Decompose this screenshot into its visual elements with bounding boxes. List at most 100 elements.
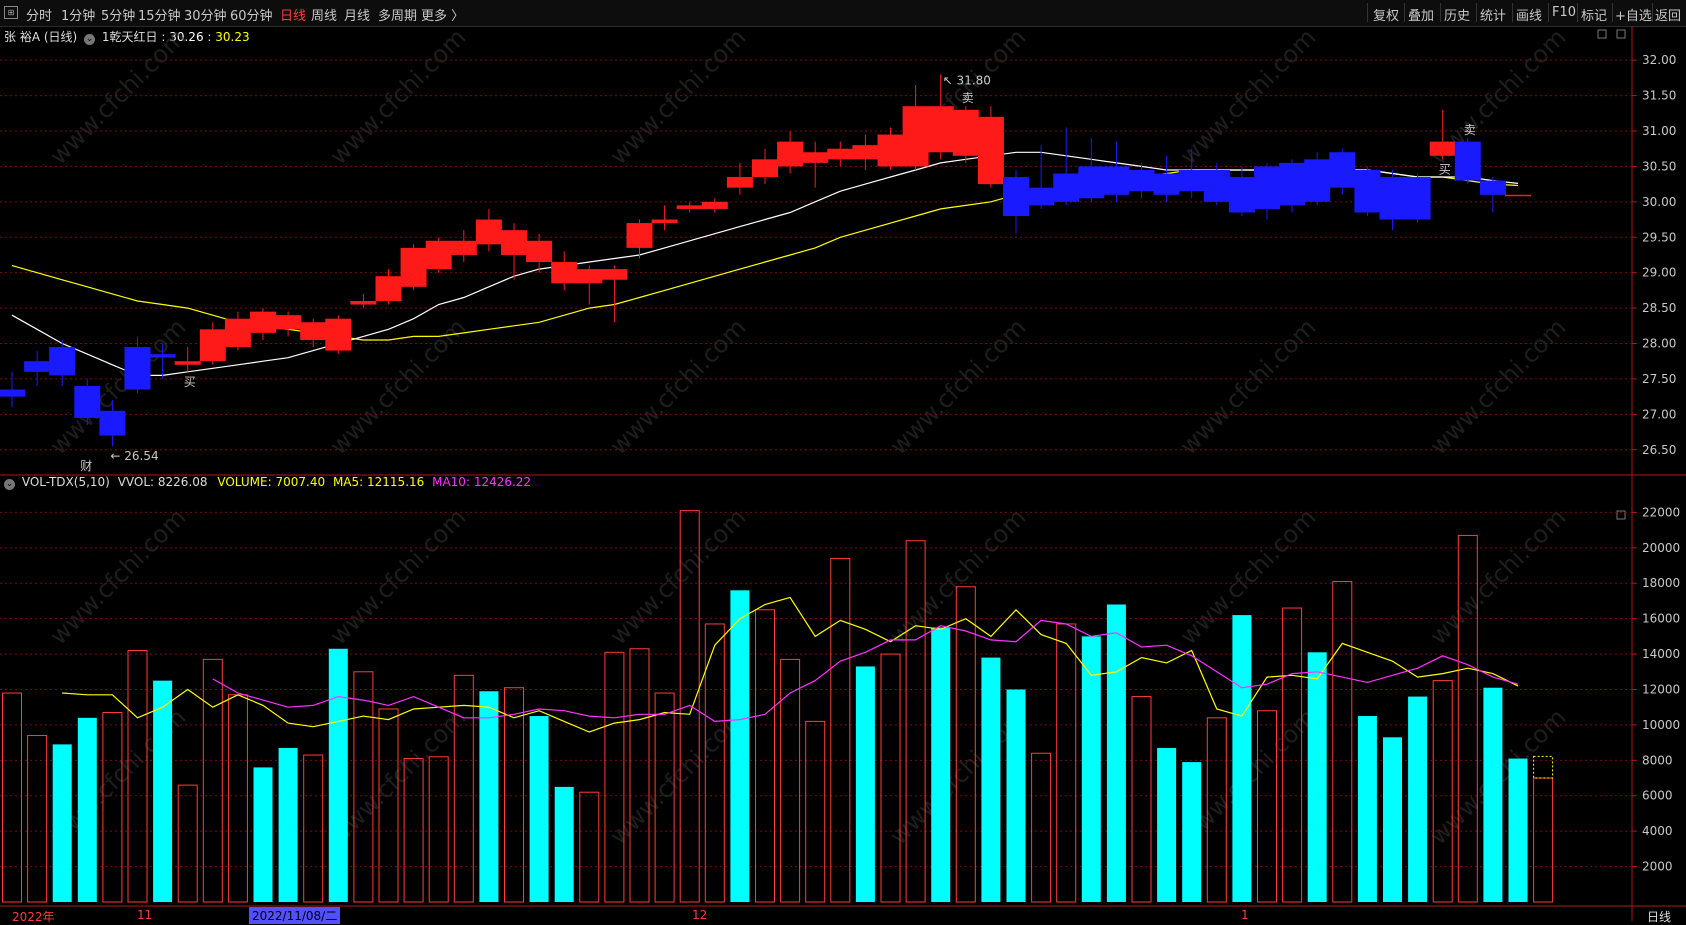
candle-body[interactable] [1429, 141, 1456, 156]
period-tab-more[interactable]: 更多 〉 [421, 5, 464, 24]
volume-bar[interactable] [1332, 580, 1353, 903]
candle-body[interactable] [300, 322, 327, 340]
candle-body[interactable] [1354, 169, 1381, 213]
candle-body[interactable] [1103, 166, 1130, 195]
candle-body[interactable] [1228, 177, 1255, 213]
candle-body[interactable] [1379, 177, 1406, 220]
volume-bar[interactable] [1483, 687, 1503, 902]
volume-bar[interactable] [303, 754, 324, 903]
candle-body[interactable] [1003, 177, 1029, 216]
candle-body[interactable] [852, 145, 879, 160]
candle-body[interactable] [24, 361, 51, 372]
candle-body[interactable] [0, 389, 25, 397]
candle-body[interactable] [1254, 166, 1280, 209]
candle-body[interactable] [551, 262, 578, 284]
candle-body[interactable] [450, 240, 477, 255]
volume-bar[interactable] [1307, 652, 1327, 902]
volume-bar[interactable] [328, 648, 348, 902]
price-pane-maximize-icon[interactable] [1597, 29, 1607, 39]
period-tab-minute[interactable]: 分时 [26, 5, 52, 24]
volume-bar[interactable] [629, 648, 650, 903]
volume-bar[interactable] [981, 657, 1001, 902]
candle-body[interactable] [526, 240, 553, 263]
candle-body[interactable] [199, 329, 226, 362]
candle-body[interactable] [601, 269, 628, 280]
period-tab-5min[interactable]: 5分钟 [101, 5, 135, 24]
volume-bar[interactable] [1006, 689, 1026, 902]
candle-body[interactable] [375, 276, 402, 301]
candle-body[interactable] [752, 159, 778, 178]
candle-body[interactable] [1329, 152, 1356, 188]
candle-body[interactable] [676, 205, 703, 209]
candle-body[interactable] [501, 230, 527, 255]
candle-body[interactable] [1505, 194, 1531, 197]
volume-bar[interactable] [855, 666, 875, 902]
period-tab-daily[interactable]: 日线 [280, 5, 306, 24]
volume-bar[interactable] [931, 627, 951, 902]
collapse-menu-icon[interactable]: ⊞ [4, 6, 18, 19]
volume-bar[interactable] [1432, 680, 1453, 903]
volume-bar[interactable] [1533, 777, 1554, 903]
period-tab-1min[interactable]: 1分钟 [61, 5, 95, 24]
candle-body[interactable] [1128, 169, 1155, 192]
candle-body[interactable] [250, 311, 276, 333]
kline-chart[interactable]: www.cfchi.com www.cfchi.com www.cfchi.com w… [0, 26, 1686, 921]
volume-bar[interactable] [554, 786, 574, 902]
volume-bar[interactable] [880, 653, 901, 903]
candle-body[interactable] [350, 301, 377, 305]
candle-body[interactable] [802, 152, 829, 163]
volume-bar[interactable] [479, 691, 499, 902]
volume-bar[interactable] [1131, 696, 1152, 903]
volume-bar[interactable] [780, 658, 801, 903]
volume-bar[interactable] [1383, 737, 1402, 902]
volume-bar[interactable] [830, 557, 851, 903]
volume-bar[interactable] [77, 717, 97, 902]
period-tab-monthly[interactable]: 月线 [344, 5, 370, 24]
candle-body[interactable] [977, 116, 1004, 185]
statistics-button[interactable]: 统计 [1480, 5, 1506, 24]
candle-body[interactable] [902, 106, 929, 167]
restore-rights-button[interactable]: 复权 [1373, 5, 1399, 24]
volume-bar[interactable] [52, 744, 72, 902]
candle-body[interactable] [651, 219, 678, 224]
price-pane-close-icon[interactable] [1616, 29, 1626, 39]
volume-bar[interactable] [1357, 716, 1377, 902]
candle-body[interactable] [1028, 187, 1055, 206]
candle-body[interactable] [1078, 166, 1105, 199]
period-tab-weekly[interactable]: 周线 [311, 5, 337, 24]
history-button[interactable]: 历史 [1444, 5, 1470, 24]
volume-bar[interactable] [278, 747, 298, 902]
volume-bar[interactable] [1056, 623, 1077, 903]
candle-body[interactable] [1153, 173, 1180, 195]
candle-body[interactable] [1053, 173, 1080, 202]
candle-body[interactable] [1304, 159, 1331, 202]
volume-bar[interactable] [1081, 636, 1101, 902]
candle-body[interactable] [400, 247, 427, 287]
candle-body[interactable] [827, 148, 854, 160]
volume-bar[interactable] [1408, 696, 1428, 902]
period-tab-60min[interactable]: 60分钟 [230, 5, 273, 24]
volume-bar[interactable] [1508, 758, 1528, 902]
volume-bar[interactable] [153, 680, 173, 902]
candle-body[interactable] [124, 347, 151, 390]
volume-bar[interactable] [1182, 762, 1202, 902]
volume-bar[interactable] [1031, 752, 1052, 903]
candle-body[interactable] [1404, 177, 1431, 220]
volume-bar[interactable] [2, 692, 22, 903]
volume-bar[interactable] [805, 720, 826, 903]
candle-body[interactable] [425, 240, 452, 270]
add-watchlist-button[interactable]: +自选 [1615, 5, 1652, 24]
volume-bar[interactable] [730, 590, 750, 902]
volume-bar[interactable] [253, 767, 273, 902]
mark-button[interactable]: 标记 [1581, 5, 1607, 24]
volume-bar[interactable] [1157, 747, 1177, 902]
candle-body[interactable] [777, 141, 804, 167]
candle-body[interactable] [74, 386, 101, 418]
candle-body[interactable] [576, 269, 603, 284]
candle-body[interactable] [149, 354, 176, 358]
candle-body[interactable] [877, 134, 904, 167]
period-tab-15min[interactable]: 15分钟 [138, 5, 181, 24]
candle-body[interactable] [701, 201, 728, 209]
candle-body[interactable] [952, 109, 979, 156]
volume-bar[interactable] [177, 784, 198, 903]
